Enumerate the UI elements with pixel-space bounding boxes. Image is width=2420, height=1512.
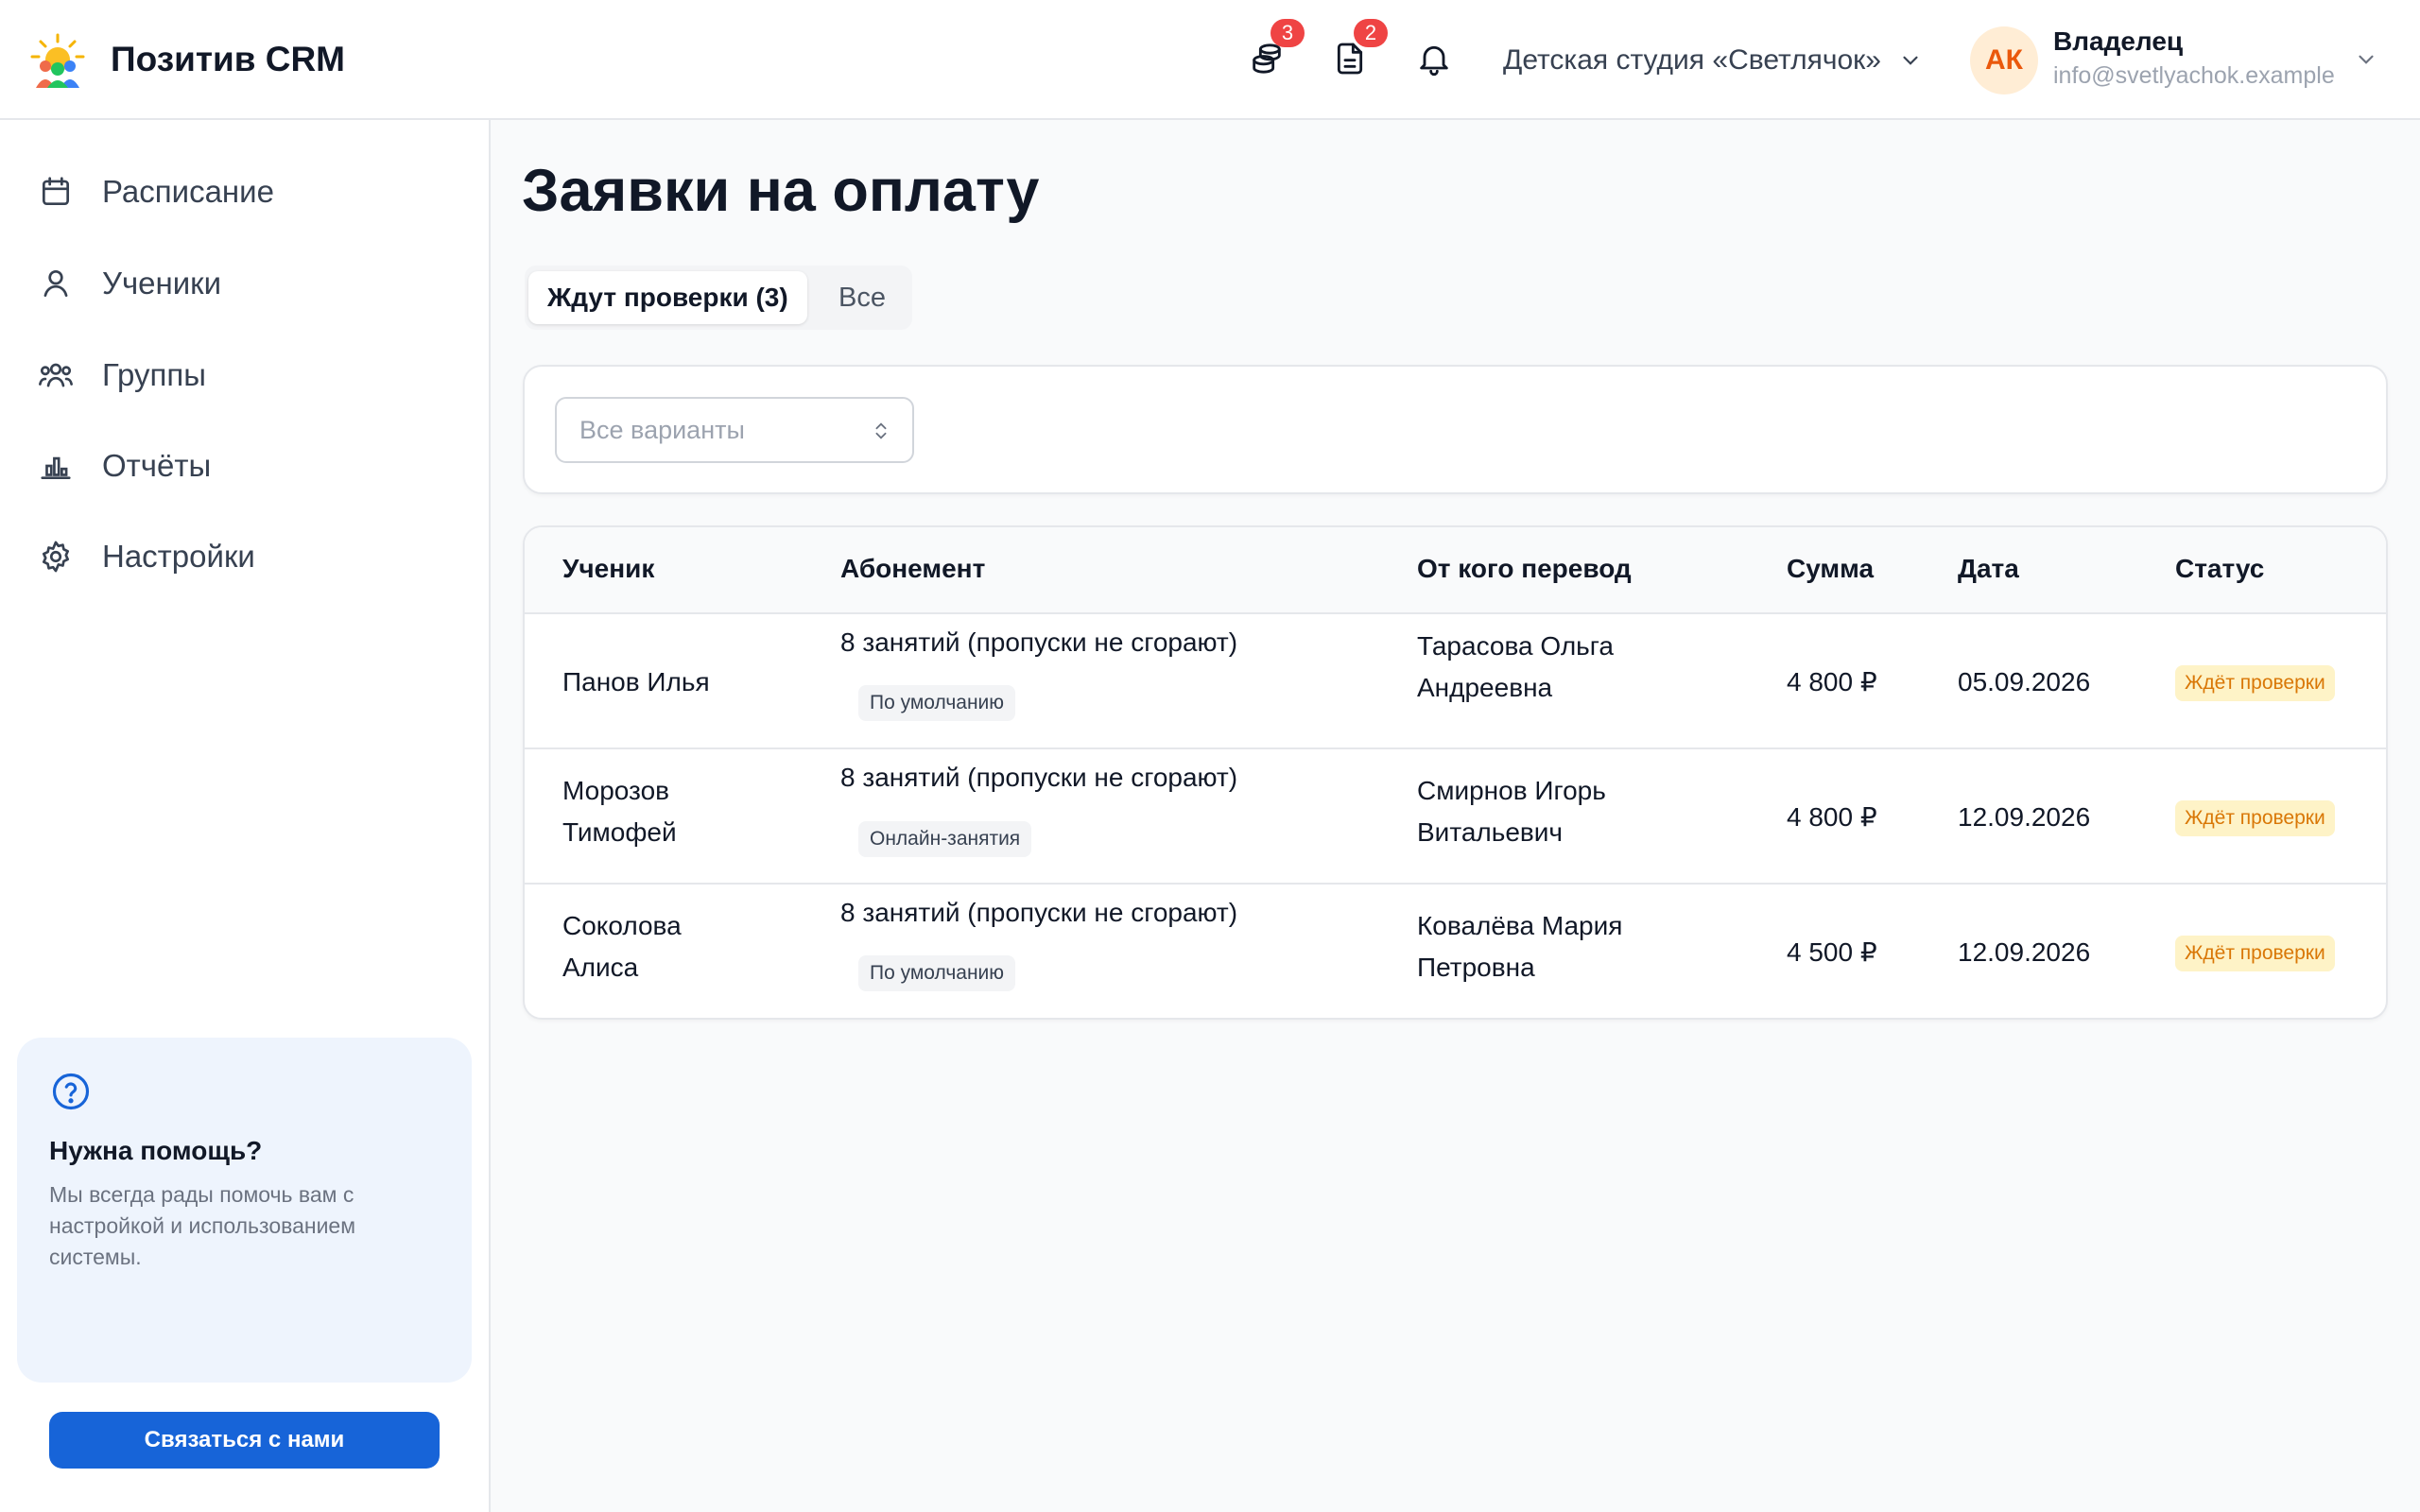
question-circle-icon bbox=[52, 1073, 90, 1110]
payments-badge: 3 bbox=[1270, 19, 1305, 47]
student-name: Морозов Тимофей bbox=[562, 770, 677, 853]
table-row[interactable]: Панов Илья 8 занятий (пропуски не сгораю… bbox=[525, 614, 2386, 749]
tab-all[interactable]: Все bbox=[838, 271, 886, 324]
column-header-status: Статус bbox=[2175, 554, 2265, 583]
payer-name: Тарасова Ольга Андреевна bbox=[1417, 626, 1614, 709]
tab-pending[interactable]: Ждут проверки (3) bbox=[528, 271, 807, 324]
payments-table: Ученик Абонемент От кого перевод Сумма Д… bbox=[523, 525, 2388, 1020]
column-header-payer: От кого перевод bbox=[1417, 554, 1632, 583]
subscription-tag: По умолчанию bbox=[858, 685, 1016, 721]
payer-name: Ковалёва Мария Петровна bbox=[1417, 905, 1622, 988]
studio-name: Детская студия «Светлячок» bbox=[1503, 44, 1881, 76]
date: 12.09.2026 bbox=[1958, 802, 2091, 832]
sidebar-item-reports[interactable]: Отчёты bbox=[38, 438, 211, 494]
status-badge: Ждёт проверки bbox=[2175, 936, 2335, 971]
student-name-line: Панов Илья bbox=[562, 667, 710, 696]
column-header-subscription: Абонемент bbox=[840, 554, 986, 583]
sidebar-item-label: Расписание bbox=[102, 174, 274, 209]
avatar[interactable]: АК bbox=[1970, 26, 2038, 94]
documents-badge: 2 bbox=[1354, 19, 1388, 47]
payer-name-line: Витальевич bbox=[1417, 817, 1563, 847]
date: 12.09.2026 bbox=[1958, 937, 2091, 967]
amount: 4 800 ₽ bbox=[1787, 802, 1877, 832]
bell-icon bbox=[1420, 45, 1448, 76]
user-email: info@svetlyachok.example bbox=[2053, 62, 2335, 89]
chevron-up-down-icon bbox=[875, 422, 887, 439]
users-icon bbox=[39, 363, 73, 387]
student-name-line: Морозов bbox=[562, 776, 670, 805]
table-row[interactable]: Соколова Алиса 8 занятий (пропуски не сго… bbox=[525, 885, 2386, 1018]
subscription-name: 8 занятий (пропуски не сгорают) bbox=[840, 763, 1238, 792]
column-header-date: Дата bbox=[1958, 554, 2019, 583]
brand-name: Позитив CRM bbox=[111, 40, 345, 78]
amount: 4 500 ₽ bbox=[1787, 937, 1877, 967]
sidebar-item-label: Ученики bbox=[102, 266, 222, 301]
user-menu-chevron-icon[interactable] bbox=[2354, 47, 2378, 72]
payer-name: Смирнов Игорь Витальевич bbox=[1417, 770, 1606, 853]
gear-icon bbox=[42, 541, 70, 573]
calendar-icon bbox=[42, 177, 70, 206]
subscription-name: 8 занятий (пропуски не сгорают) bbox=[840, 627, 1238, 657]
student-name-line: Алиса bbox=[562, 953, 639, 982]
sidebar-item-schedule[interactable]: Расписание bbox=[38, 163, 274, 220]
chevron-down-icon bbox=[1903, 56, 1918, 65]
studio-selector[interactable]: Детская студия «Светлячок» bbox=[1503, 38, 1923, 83]
student-name-line: Тимофей bbox=[562, 817, 677, 847]
payer-name-line: Андреевна bbox=[1417, 673, 1553, 702]
user-role: Владелец bbox=[2053, 26, 2184, 56]
student-name: Панов Илья bbox=[562, 662, 710, 703]
help-title: Нужна помощь? bbox=[49, 1136, 263, 1165]
logo-icon bbox=[30, 33, 85, 88]
bar-chart-icon bbox=[41, 456, 71, 480]
payer-name-line: Ковалёва Мария bbox=[1417, 911, 1623, 940]
status-badge: Ждёт проверки bbox=[2175, 800, 2335, 836]
documents-button[interactable]: 2 bbox=[1331, 19, 1388, 81]
payer-name-line: Тарасова Ольга bbox=[1417, 631, 1614, 661]
column-header-amount: Сумма bbox=[1787, 554, 1875, 583]
tab-bar: Ждут проверки (3) Все bbox=[525, 266, 912, 330]
amount: 4 800 ₽ bbox=[1787, 667, 1877, 696]
notifications-button[interactable] bbox=[1415, 40, 1453, 81]
help-text: Мы всегда рады помочь вам с настройкой и… bbox=[49, 1182, 356, 1269]
date: 05.09.2026 bbox=[1958, 667, 2091, 696]
page-title: Заявки на оплату bbox=[522, 158, 1040, 224]
subscription-tag: Онлайн-занятия bbox=[858, 821, 1032, 857]
contact-us-button[interactable]: Связаться с нами bbox=[49, 1412, 440, 1469]
table-header: Ученик Абонемент От кого перевод Сумма Д… bbox=[525, 527, 2386, 614]
variant-select[interactable]: Все варианты bbox=[555, 397, 914, 463]
sidebar-item-label: Группы bbox=[102, 357, 206, 392]
sidebar-item-label: Настройки bbox=[102, 539, 255, 574]
subscription-tag: По умолчанию bbox=[858, 955, 1016, 991]
student-name-line: Соколова bbox=[562, 911, 682, 940]
sidebar-item-label: Отчёты bbox=[102, 448, 212, 483]
top-header: Позитив CRM 3 2 Детская студия «Светлячо… bbox=[0, 0, 2420, 120]
payer-name-line: Смирнов Игорь bbox=[1417, 776, 1606, 805]
user-icon bbox=[43, 269, 68, 298]
table-row[interactable]: Морозов Тимофей 8 занятий (пропуски не сг… bbox=[525, 749, 2386, 885]
sidebar: Расписание Ученики Группы Отчёты Настрой… bbox=[0, 120, 491, 1512]
sidebar-item-settings[interactable]: Настройки bbox=[38, 528, 255, 585]
column-header-student: Ученик bbox=[562, 554, 655, 583]
status-badge: Ждёт проверки bbox=[2175, 665, 2335, 701]
subscription-name: 8 занятий (пропуски не сгорают) bbox=[840, 898, 1238, 927]
filter-card: Все варианты bbox=[523, 365, 2388, 494]
payer-name-line: Петровна bbox=[1417, 953, 1535, 982]
sidebar-item-groups[interactable]: Группы bbox=[38, 347, 206, 404]
payments-button[interactable]: 3 bbox=[1248, 19, 1305, 81]
help-card: Нужна помощь? Мы всегда рады помочь вам … bbox=[17, 1038, 472, 1469]
variant-select-value: Все варианты bbox=[579, 416, 745, 444]
sidebar-item-students[interactable]: Ученики bbox=[38, 255, 221, 312]
student-name: Соколова Алиса bbox=[562, 905, 682, 988]
